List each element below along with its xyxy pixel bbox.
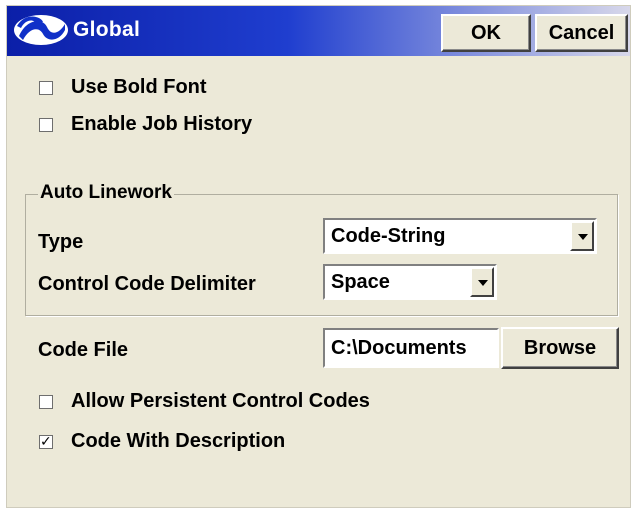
global-dialog: Global OK Cancel Use Bold Font Enable Jo… — [6, 5, 631, 508]
code-file-input[interactable]: C:\Documents — [323, 328, 499, 368]
title-bar: Global OK Cancel — [7, 6, 630, 56]
app-logo-icon — [14, 15, 68, 45]
cancel-button[interactable]: Cancel — [535, 14, 628, 52]
type-dropdown-value: Code-String — [331, 225, 446, 247]
chevron-down-icon[interactable] — [570, 221, 594, 251]
chevron-down-icon[interactable] — [470, 267, 494, 297]
delimiter-dropdown[interactable]: Space — [323, 264, 497, 300]
allow-persistent-control-codes-option[interactable]: Allow Persistent Control Codes — [39, 390, 370, 413]
code-with-description-label: Code With Description — [71, 430, 286, 452]
allow-persistent-control-codes-checkbox[interactable] — [39, 394, 53, 409]
code-file-value: C:\Documents — [331, 337, 467, 359]
ok-button[interactable]: OK — [441, 14, 531, 52]
use-bold-font-option[interactable]: Use Bold Font — [39, 76, 207, 99]
checkmark-icon: ✓ — [40, 433, 52, 450]
auto-linework-group: Auto Linework — [25, 182, 618, 316]
code-file-label: Code File — [38, 339, 129, 361]
type-dropdown[interactable]: Code-String — [323, 218, 597, 254]
enable-job-history-option[interactable]: Enable Job History — [39, 113, 252, 136]
auto-linework-legend: Auto Linework — [38, 182, 174, 204]
control-code-delimiter-label: Control Code Delimiter — [38, 273, 256, 295]
delimiter-dropdown-value: Space — [331, 271, 390, 293]
enable-job-history-label: Enable Job History — [71, 113, 253, 135]
use-bold-font-label: Use Bold Font — [71, 76, 207, 98]
enable-job-history-checkbox[interactable] — [39, 117, 53, 132]
code-with-description-option[interactable]: ✓ Code With Description — [39, 430, 285, 453]
browse-button[interactable]: Browse — [501, 327, 619, 369]
allow-persistent-control-codes-label: Allow Persistent Control Codes — [71, 390, 370, 412]
code-with-description-checkbox[interactable]: ✓ — [39, 433, 53, 450]
window-title: Global — [73, 18, 141, 41]
type-label: Type — [38, 231, 84, 253]
use-bold-font-checkbox[interactable] — [39, 80, 53, 95]
